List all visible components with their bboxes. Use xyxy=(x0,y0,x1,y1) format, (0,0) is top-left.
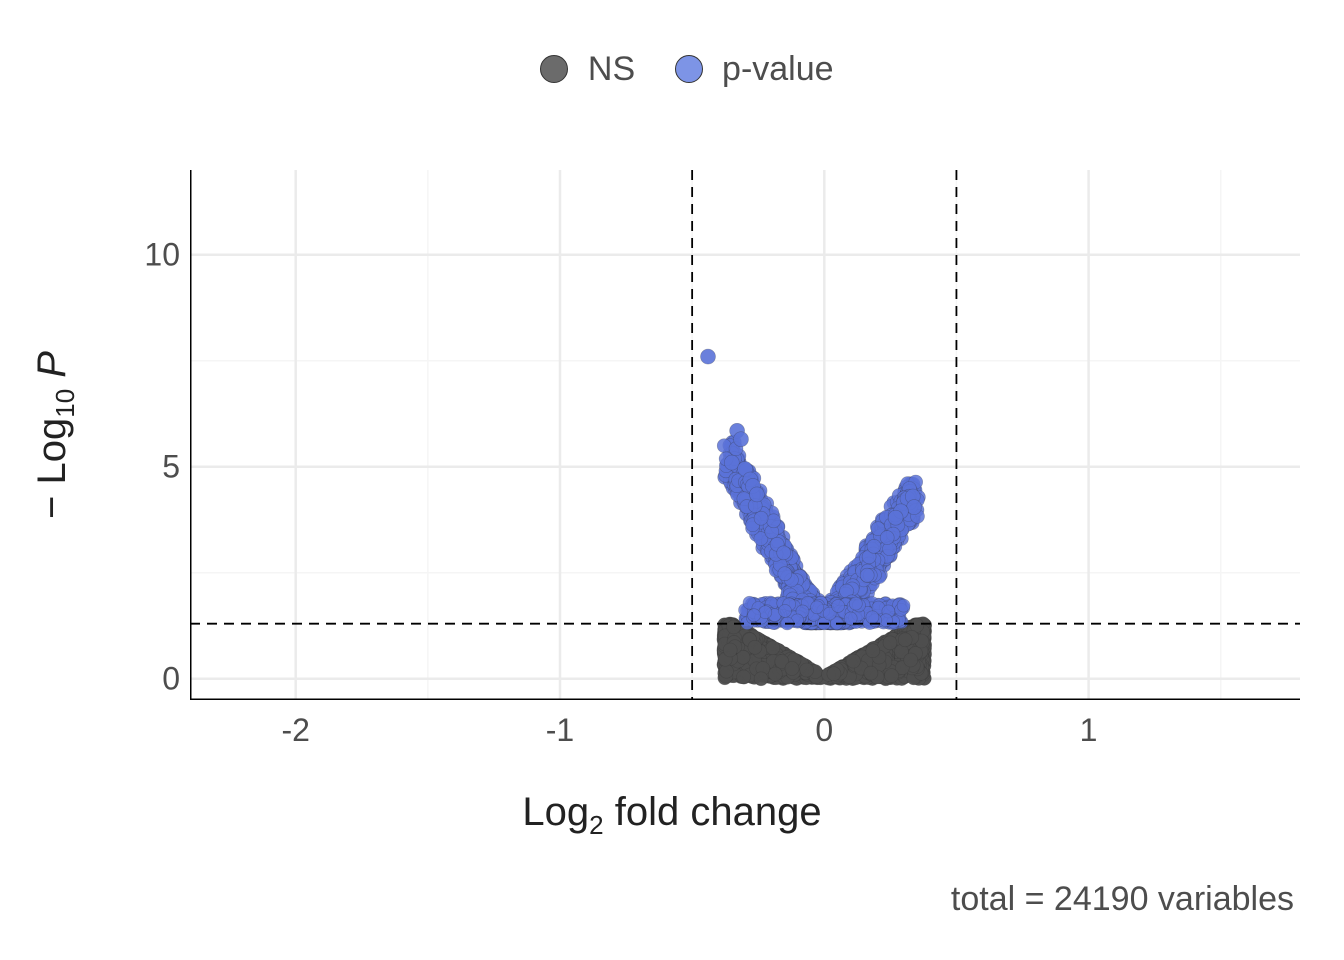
x-axis-label-pre: Log xyxy=(522,790,589,834)
x-tick-n1: -1 xyxy=(546,712,574,749)
x-tick-0: 0 xyxy=(815,712,833,749)
plot-area xyxy=(190,170,1300,700)
legend-ns-icon xyxy=(540,55,568,83)
y-tick-10: 10 xyxy=(120,236,180,273)
legend-pvalue-icon xyxy=(675,55,703,83)
y-axis-label-pre: − Log xyxy=(30,418,74,519)
legend-ns-label: NS xyxy=(588,50,635,88)
x-tick-labels: -2 -1 0 1 xyxy=(190,712,1300,752)
y-tick-labels: 0 5 10 xyxy=(120,170,180,700)
legend-pvalue-label: p-value xyxy=(722,50,834,88)
chart-container: NS p-value 0 5 10 xyxy=(0,0,1344,960)
x-tick-n2: -2 xyxy=(281,712,309,749)
x-axis-label: Log2 fold change xyxy=(0,790,1344,841)
y-axis-label-sub: 10 xyxy=(50,389,80,418)
x-axis-label-sub: 2 xyxy=(589,810,603,840)
y-axis-label-ital: P xyxy=(30,351,74,378)
x-axis-label-post: fold change xyxy=(604,790,822,834)
volcano-plot-svg xyxy=(190,170,1300,700)
legend: NS p-value xyxy=(0,50,1344,89)
caption: total = 24190 variables xyxy=(951,880,1294,919)
y-tick-5: 5 xyxy=(120,448,180,485)
y-axis-label: − Log10 P xyxy=(30,170,81,700)
y-axis-label-post xyxy=(30,378,74,389)
x-tick-1: 1 xyxy=(1080,712,1098,749)
y-tick-0: 0 xyxy=(120,660,180,697)
